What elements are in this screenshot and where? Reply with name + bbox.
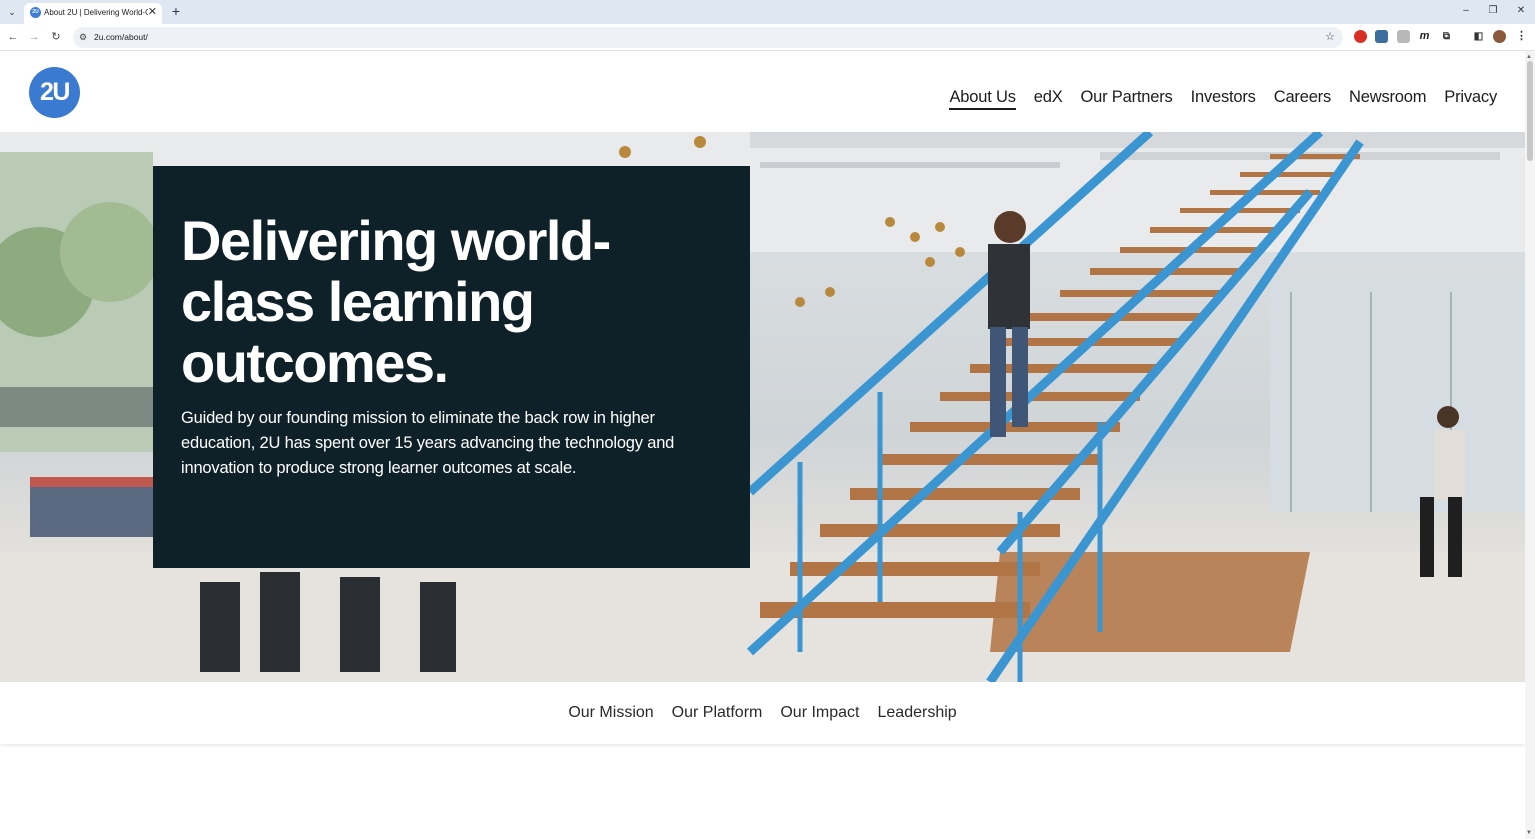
browser-tab-bar: ⌄ 2U About 2U | Delivering World-Cl ✕ + … [0, 0, 1535, 24]
nav-about-us[interactable]: About Us [949, 87, 1016, 110]
address-bar[interactable]: ⚙ 2u.com/about/ ☆ [73, 27, 1343, 48]
scroll-down-icon[interactable]: ▼ [1526, 829, 1532, 837]
subnav-leadership[interactable]: Leadership [878, 703, 957, 723]
nav-edx[interactable]: edX [1034, 87, 1063, 110]
reload-icon[interactable]: ↻ [48, 29, 64, 45]
site-header: 2U About Us edX Our Partners Investors C… [0, 51, 1525, 132]
minimize-button[interactable]: – [1459, 4, 1473, 18]
browser-tab[interactable]: 2U About 2U | Delivering World-Cl ✕ [24, 3, 162, 24]
scroll-up-icon[interactable]: ▲ [1526, 53, 1532, 61]
hero-description: Guided by our founding mission to elimin… [181, 409, 675, 477]
close-icon[interactable]: ✕ [148, 6, 157, 19]
new-tab-button[interactable]: + [169, 3, 183, 19]
tab-title: About 2U | Delivering World-Cl [44, 8, 148, 17]
chevron-down-icon[interactable]: ⌄ [4, 4, 20, 20]
tune-icon[interactable]: ⚙ [79, 31, 87, 44]
favicon-icon: 2U [30, 7, 41, 18]
star-icon[interactable]: ☆ [1325, 30, 1335, 45]
nav-newsroom[interactable]: Newsroom [1349, 87, 1426, 110]
hero-section: Delivering world-class learning outcomes… [0, 132, 1525, 682]
2u-logo[interactable]: 2U [29, 67, 80, 118]
extensions-puzzle-icon[interactable]: ⧉ [1440, 30, 1453, 43]
browser-menu-icon[interactable]: ⋮ [1515, 30, 1528, 43]
scroll-thumb[interactable] [1527, 61, 1533, 161]
page-scrollbar[interactable]: ▲ ▼ [1525, 51, 1535, 839]
subnav-our-platform[interactable]: Our Platform [672, 703, 763, 723]
browser-toolbar: ← → ↻ ⚙ 2u.com/about/ ☆ m ⧉ ◧ ⋮ [0, 24, 1535, 51]
nav-privacy[interactable]: Privacy [1444, 87, 1497, 110]
url-text[interactable]: 2u.com/about/ [94, 31, 148, 44]
extension-m-icon[interactable]: m [1418, 30, 1431, 43]
subnav-our-impact[interactable]: Our Impact [780, 703, 859, 723]
nav-investors[interactable]: Investors [1191, 87, 1256, 110]
hero-title: Delivering world-class learning outcomes… [181, 209, 611, 394]
back-arrow-icon[interactable]: ← [5, 29, 21, 45]
extension-red-icon[interactable] [1354, 30, 1367, 43]
maximize-button[interactable]: ❐ [1486, 4, 1500, 18]
window-close-button[interactable]: ✕ [1514, 4, 1528, 18]
main-nav: About Us edX Our Partners Investors Care… [949, 87, 1497, 110]
nav-our-partners[interactable]: Our Partners [1081, 87, 1173, 110]
side-panel-icon[interactable]: ◧ [1472, 30, 1485, 43]
subnav-our-mission[interactable]: Our Mission [568, 703, 653, 723]
forward-arrow-icon[interactable]: → [26, 29, 42, 45]
hero-card: Delivering world-class learning outcomes… [153, 166, 750, 568]
extension-gray-icon[interactable] [1397, 30, 1410, 43]
nav-careers[interactable]: Careers [1274, 87, 1331, 110]
profile-avatar[interactable] [1493, 30, 1506, 43]
extension-blue-icon[interactable] [1375, 30, 1388, 43]
section-subnav: Our Mission Our Platform Our Impact Lead… [0, 682, 1525, 744]
